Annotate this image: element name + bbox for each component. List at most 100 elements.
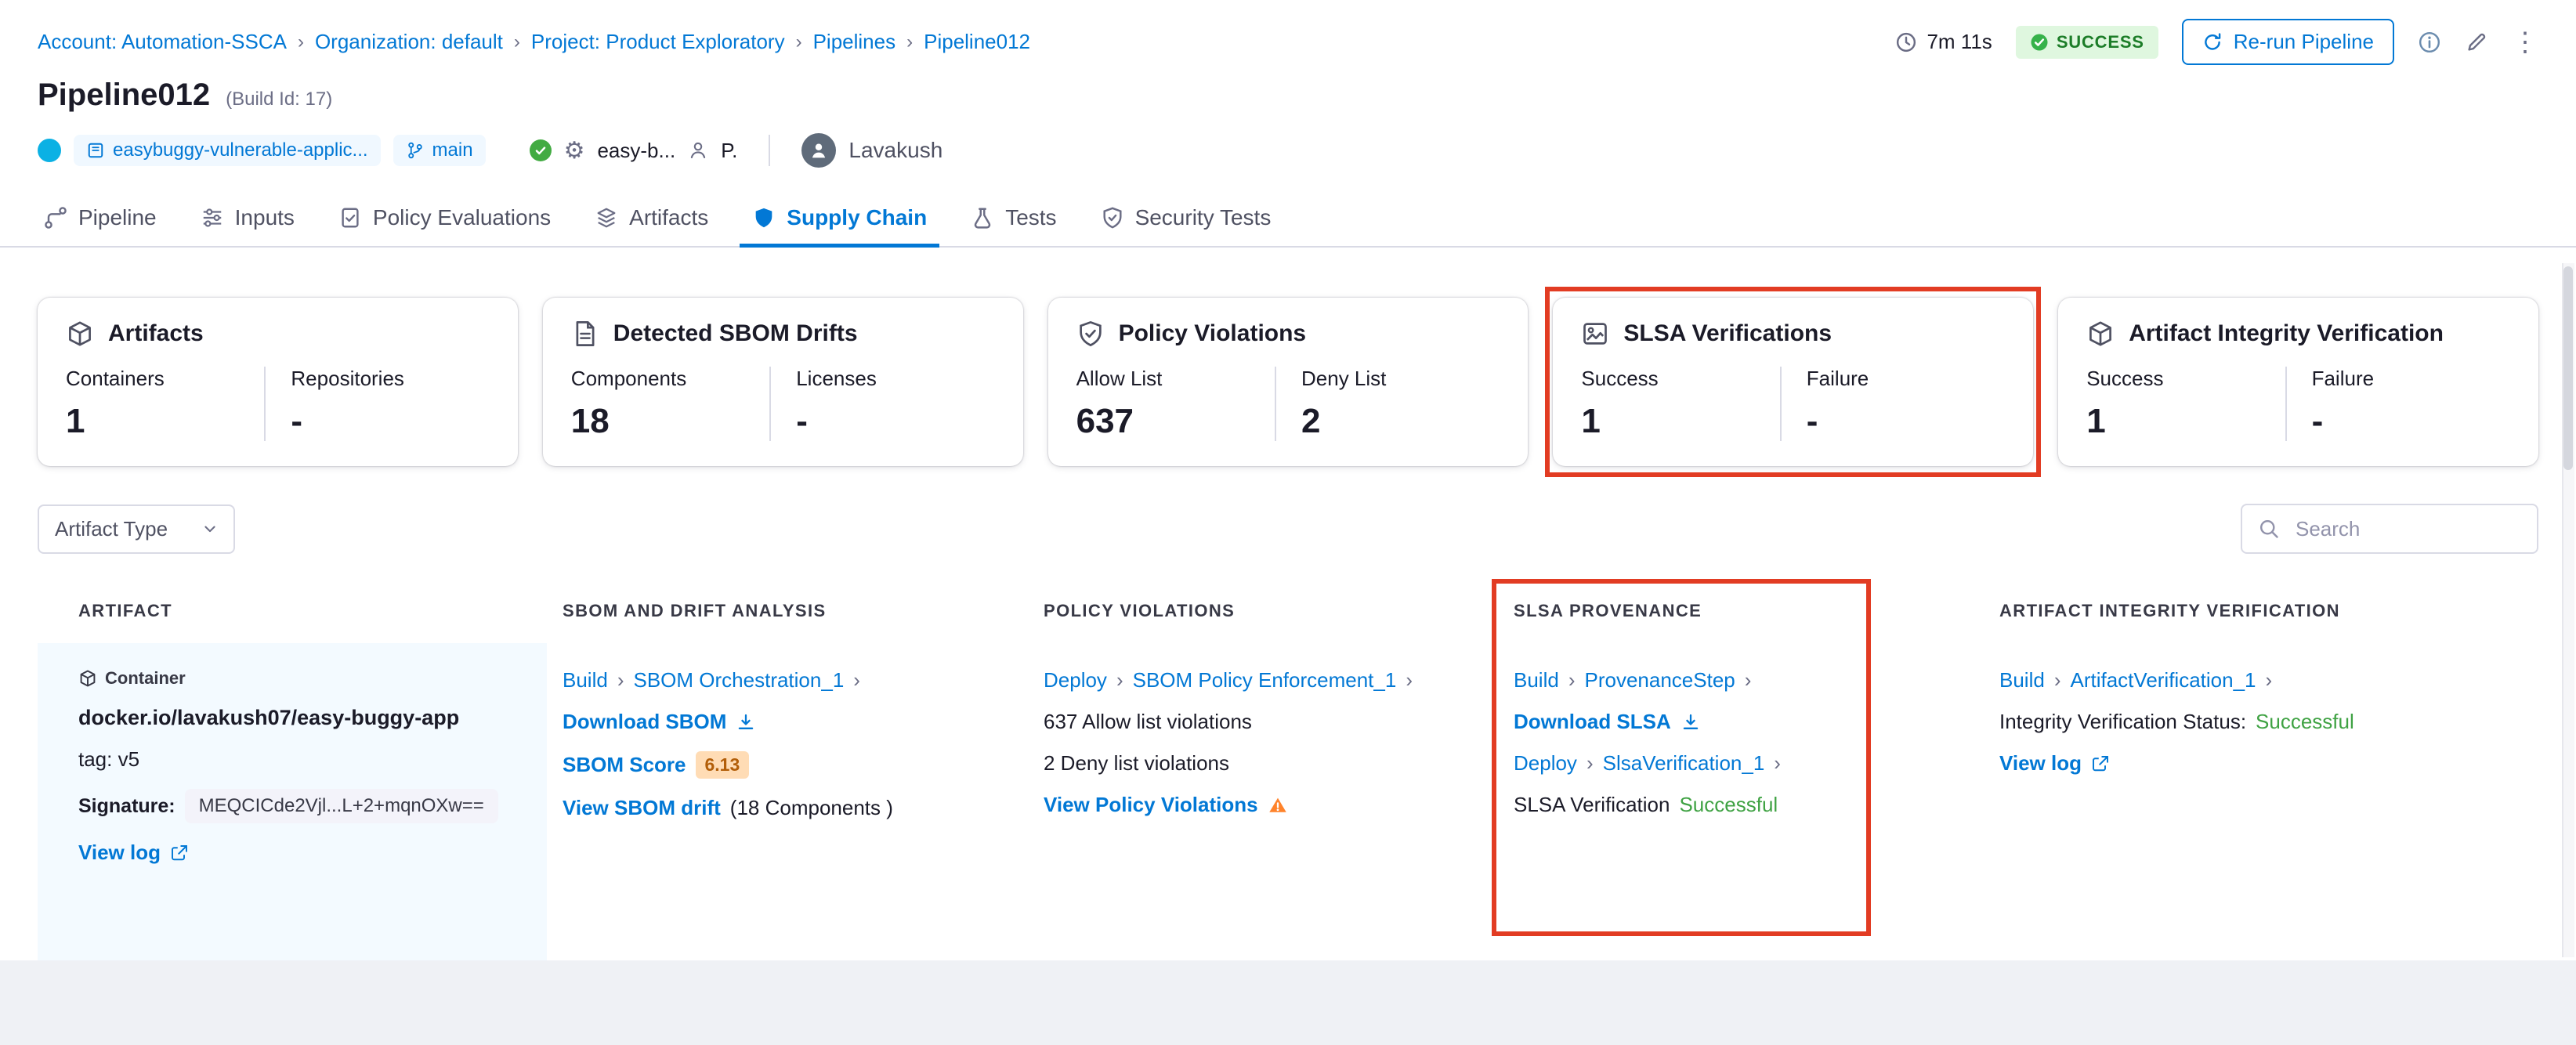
project-initial: P. [721, 138, 738, 162]
policy-cell: Deploy SBOM Policy Enforcement_1 637 All… [1028, 643, 1498, 961]
branch-pill[interactable]: main [393, 135, 486, 166]
tab-inputs[interactable]: Inputs [179, 190, 317, 246]
scrollbar-thumb[interactable] [2563, 266, 2573, 470]
card-stats: Success 1 Failure - [2086, 367, 2510, 441]
chevron-right-icon [1406, 668, 1413, 692]
warning-triangle-icon [1268, 795, 1288, 815]
card-title: Artifacts [108, 320, 204, 346]
info-icon[interactable] [2418, 31, 2441, 54]
package-check-icon [2086, 320, 2115, 348]
stat-value: 1 [1581, 402, 1601, 440]
view-sbom-drift-link[interactable]: View SBOM drift [563, 796, 721, 820]
stage-link[interactable]: Build [1999, 668, 2045, 692]
view-log-link[interactable]: View log [1999, 751, 2082, 776]
chevron-right-icon [853, 668, 860, 692]
stage-link[interactable]: Deploy [1044, 668, 1107, 692]
column-header: ARTIFACT [78, 601, 172, 620]
duration-text: 7m 11s [1927, 30, 1992, 53]
sbom-score-link[interactable]: SBOM Score [563, 753, 686, 777]
stat: Failure - [2285, 367, 2510, 441]
step-breadcrumb: Deploy SlsaVerification_1 [1514, 751, 1965, 776]
certificate-icon [1581, 320, 1609, 348]
tab-tests[interactable]: Tests [949, 190, 1078, 246]
gear-icon [564, 137, 585, 165]
breadcrumb: Account: Automation-SSCA Organization: d… [38, 30, 1030, 54]
execution-duration: 7m 11s [1895, 30, 1992, 54]
clock-icon [1895, 31, 1917, 53]
step-link[interactable]: SBOM Orchestration_1 [634, 668, 845, 692]
stage-link[interactable]: Build [563, 668, 608, 692]
column-header: SBOM AND DRIFT ANALYSIS [563, 601, 827, 620]
tab-pipeline[interactable]: Pipeline [22, 190, 179, 246]
stat: Success 1 [2086, 367, 2285, 441]
repository-pill[interactable]: easybuggy-vulnerable-applic... [74, 135, 381, 166]
rerun-pipeline-button[interactable]: Re-run Pipeline [2181, 19, 2394, 65]
signature-label: Signature: [78, 794, 175, 817]
breadcrumb-pipeline012[interactable]: Pipeline012 [924, 30, 1030, 54]
step-link[interactable]: ArtifactVerification_1 [2071, 668, 2256, 692]
stage-link[interactable]: Build [1514, 668, 1559, 692]
tab-label: Supply Chain [787, 205, 928, 230]
chevron-right-icon [906, 31, 913, 53]
tab-policy-evaluations[interactable]: Policy Evaluations [317, 190, 573, 246]
tab-security-tests[interactable]: Security Tests [1079, 190, 1293, 246]
chevron-right-icon [298, 31, 304, 53]
sliders-icon [201, 206, 224, 230]
breadcrumb-account[interactable]: Account: Automation-SSCA [38, 30, 287, 54]
stage-link[interactable]: Deploy [1514, 751, 1577, 776]
column-header: POLICY VIOLATIONS [1044, 601, 1236, 620]
view-log-link[interactable]: View log [78, 841, 161, 865]
repository-icon [86, 141, 105, 160]
external-link-icon [170, 844, 189, 862]
breadcrumb-project[interactable]: Project: Product Exploratory [531, 30, 785, 54]
integrity-status-value: Successful [2256, 710, 2354, 733]
edit-pencil-icon[interactable] [2465, 31, 2488, 54]
tab-supply-chain[interactable]: Supply Chain [730, 190, 949, 248]
tab-label: Inputs [234, 205, 295, 230]
card-header: SLSA Verifications [1581, 320, 2005, 348]
step-link[interactable]: SBOM Policy Enforcement_1 [1133, 668, 1397, 692]
step-link[interactable]: ProvenanceStep [1585, 668, 1735, 692]
step-link[interactable]: SlsaVerification_1 [1603, 751, 1765, 776]
stat-value: - [291, 402, 303, 440]
view-policy-violations-link[interactable]: View Policy Violations [1044, 793, 1258, 817]
search-input[interactable] [2292, 515, 2521, 543]
branch-name: main [432, 139, 473, 161]
stat-value: 2 [1301, 402, 1321, 440]
status-text: SUCCESS [2056, 31, 2144, 52]
signature-value: MEQCICde2Vjl...L+2+mqnOXw== [184, 789, 498, 823]
stat-label: Licenses [796, 367, 877, 390]
scrollbar[interactable] [2562, 263, 2574, 957]
artifacts-table: ARTIFACT Container docker.io/lavakush07/… [38, 579, 2538, 961]
tab-artifacts[interactable]: Artifacts [573, 190, 730, 246]
allow-list-violations: 637 Allow list violations [1044, 710, 1252, 733]
rerun-pipeline-label: Re-run Pipeline [2233, 30, 2374, 53]
download-sbom-link[interactable]: Download SBOM [563, 710, 726, 734]
artifact-type-label: Container [105, 668, 186, 688]
external-link-icon [2091, 754, 2110, 773]
stat-label: Containers [66, 367, 165, 390]
repository-name: easybuggy-vulnerable-applic... [113, 139, 368, 161]
chevron-right-icon [2266, 668, 2273, 692]
column-slsa-provenance: SLSA PROVENANCE Build ProvenanceStep Dow… [1492, 579, 1984, 961]
card-header: Artifacts [66, 320, 490, 348]
download-slsa-link[interactable]: Download SLSA [1514, 710, 1671, 734]
step-breadcrumb: Deploy SBOM Policy Enforcement_1 [1044, 668, 1479, 692]
more-options-icon[interactable] [2512, 27, 2538, 58]
execution-actions: 7m 11s SUCCESS Re-run Pipeline [1895, 19, 2538, 65]
artifact-type-chip: Container [78, 668, 528, 689]
artifact-type-label: Artifact Type [55, 516, 168, 541]
stat: Failure - [1779, 367, 2005, 441]
breadcrumb-pipelines[interactable]: Pipelines [813, 30, 896, 54]
flask-icon [971, 206, 994, 230]
deny-list-violations: 2 Deny list violations [1044, 751, 1229, 775]
integrity-cell: Build ArtifactVerification_1 Integrity V… [1984, 643, 2538, 961]
tab-label: Tests [1005, 205, 1057, 230]
column-integrity: ARTIFACT INTEGRITY VERIFICATION Build Ar… [1984, 601, 2538, 961]
breadcrumb-organization[interactable]: Organization: default [315, 30, 503, 54]
column-artifact: ARTIFACT Container docker.io/lavakush07/… [38, 601, 547, 961]
artifact-type-dropdown[interactable]: Artifact Type [38, 504, 236, 554]
stat-value: 1 [2086, 402, 2106, 440]
status-badge: SUCCESS [2015, 25, 2158, 59]
container-chip: Container [78, 668, 186, 689]
